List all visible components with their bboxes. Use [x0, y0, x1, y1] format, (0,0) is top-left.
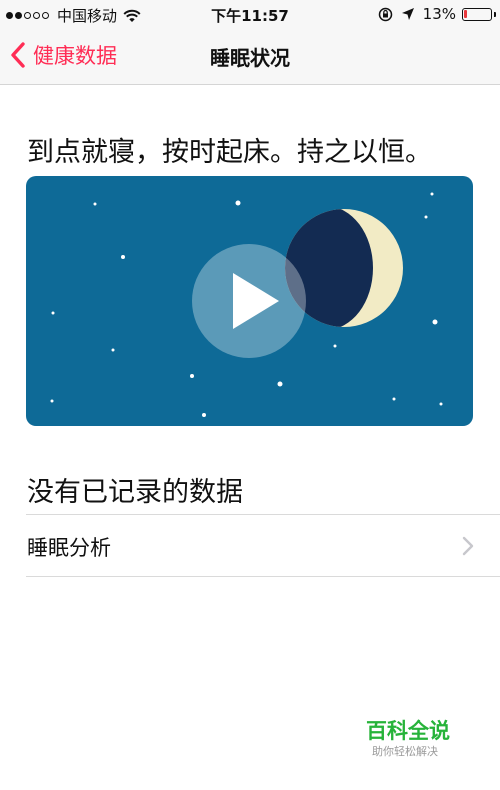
- star: [439, 402, 443, 406]
- watermark-subtitle: 助你轻松解决: [372, 745, 438, 758]
- status-bar: 中国移动 下午11:57 13%: [0, 0, 500, 28]
- battery-level-fill: [464, 9, 467, 18]
- sleep-video[interactable]: [26, 176, 473, 426]
- navigation-bar: 健康数据 睡眠状况: [0, 28, 500, 85]
- star: [432, 319, 438, 325]
- star: [93, 202, 97, 206]
- battery-tip: [494, 11, 496, 17]
- play-button[interactable]: [192, 244, 306, 358]
- star: [424, 215, 428, 219]
- star: [277, 381, 283, 387]
- rotation-lock-icon: [378, 7, 392, 21]
- star: [51, 311, 55, 315]
- battery-percentage: 13%: [422, 5, 456, 23]
- star: [190, 374, 194, 378]
- sleep-analysis-row[interactable]: 睡眠分析: [0, 515, 500, 576]
- chevron-right-icon: [462, 536, 474, 556]
- star: [392, 397, 396, 401]
- sleep-video-artwork: [50, 192, 443, 417]
- star: [430, 192, 434, 196]
- sleep-analysis-label: 睡眠分析: [27, 536, 111, 560]
- empty-state-title: 没有已记录的数据: [27, 477, 243, 508]
- star: [121, 255, 125, 259]
- divider: [26, 576, 500, 577]
- battery-icon: [462, 7, 496, 21]
- star: [235, 200, 241, 206]
- star: [111, 348, 115, 352]
- star: [202, 413, 206, 417]
- watermark-title: 百科全说: [366, 719, 450, 743]
- sleep-tip-headline: 到点就寝，按时起床。持之以恒。: [27, 137, 432, 168]
- star: [50, 399, 54, 403]
- status-right: 13%: [378, 5, 496, 23]
- star: [333, 344, 337, 348]
- page-title: 睡眠状况: [210, 46, 290, 70]
- location-arrow-icon: [401, 8, 414, 20]
